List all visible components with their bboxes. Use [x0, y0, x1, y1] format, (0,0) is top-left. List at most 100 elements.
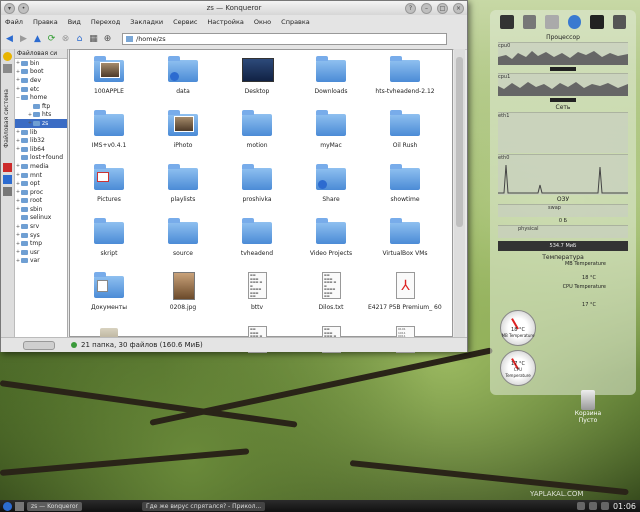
file-item[interactable]: motion: [220, 106, 294, 156]
file-item[interactable]: 100APPLE: [72, 52, 146, 102]
file-item[interactable]: Share: [294, 160, 368, 210]
trash-desktop-icon[interactable]: Корзина Пусто: [568, 390, 608, 424]
file-item[interactable]: myMac: [294, 106, 368, 156]
file-item[interactable]: ⅄ E4217 P5B Premium_ 600dpi.pdf: [368, 268, 442, 318]
stop-icon[interactable]: ⊗: [60, 34, 71, 45]
file-item[interactable]: tvheadend: [220, 214, 294, 264]
forward-icon[interactable]: ▶: [18, 34, 29, 45]
tree-item[interactable]: + zs: [15, 119, 67, 128]
tree-header[interactable]: Файловая си: [15, 49, 67, 59]
file-item[interactable]: 0208.jpg: [146, 268, 220, 318]
minimize-icon[interactable]: –: [421, 3, 432, 14]
network-icon[interactable]: [3, 175, 12, 184]
tree-item[interactable]: + sys: [15, 231, 67, 240]
scrollbar-thumb[interactable]: [456, 57, 463, 227]
location-bar[interactable]: /home/zs: [122, 33, 447, 45]
file-item[interactable]: Desktop: [220, 52, 294, 102]
tree-item[interactable]: + tmp: [15, 239, 67, 248]
up-icon[interactable]: ▲: [32, 34, 43, 45]
task-browser[interactable]: Где же вирус спрятался? - Прикол...: [141, 501, 266, 511]
tree-item[interactable]: + lib32: [15, 136, 67, 145]
chip-icon[interactable]: [612, 15, 626, 29]
file-item[interactable]: ▬▬ ▬▬▬▬▬▬ ▬▬ ▬▬▬▬▬▬▬ ▬▬▬▬ ▬▬ Dilos.txt: [294, 268, 368, 318]
file-item[interactable]: Pictures: [72, 160, 146, 210]
menu-settings[interactable]: Настройка: [207, 18, 243, 26]
file-item[interactable]: Oil Rush: [368, 106, 442, 156]
help-icon[interactable]: ?: [405, 3, 416, 14]
tree-item[interactable]: + hts: [15, 111, 67, 120]
tree-item[interactable]: + var: [15, 257, 67, 266]
task-konqueror[interactable]: zs — Konqueror: [27, 501, 82, 511]
vertical-scrollbar[interactable]: [454, 49, 465, 337]
file-item[interactable]: Downloads: [294, 52, 368, 102]
file-item[interactable]: playlists: [146, 160, 220, 210]
zoom-icon[interactable]: ⊕: [102, 34, 113, 45]
menu-bookmarks[interactable]: Закладки: [130, 18, 163, 26]
show-desktop-icon[interactable]: [15, 501, 24, 511]
view-mode-icon[interactable]: ▦: [88, 34, 99, 45]
menu-edit[interactable]: Правка: [33, 18, 58, 26]
close-icon[interactable]: ×: [453, 3, 464, 14]
tree-item[interactable]: selinux: [15, 214, 67, 223]
menu-tools[interactable]: Сервис: [173, 18, 197, 26]
file-item[interactable]: IMS+v0.4.1: [72, 106, 146, 156]
tree-item[interactable]: + srv: [15, 222, 67, 231]
folder-icon: [94, 218, 124, 246]
menu-go[interactable]: Переход: [91, 18, 120, 26]
window-menu-icon[interactable]: ▾: [4, 2, 15, 14]
gpu-icon[interactable]: [545, 15, 559, 29]
services-icon[interactable]: [3, 187, 12, 196]
horizontal-scrollbar[interactable]: [23, 340, 55, 350]
tree-item[interactable]: + boot: [15, 68, 67, 77]
clock[interactable]: 01:06: [613, 502, 636, 511]
menu-file[interactable]: Файл: [5, 18, 23, 26]
maximize-icon[interactable]: □: [437, 3, 448, 14]
tree-item[interactable]: + opt: [15, 179, 67, 188]
tree-item[interactable]: + bin: [15, 59, 67, 68]
tree-item[interactable]: + root: [15, 197, 67, 206]
back-icon[interactable]: ◀: [4, 34, 15, 45]
tree-item[interactable]: + sbin: [15, 205, 67, 214]
home-icon[interactable]: ⌂: [74, 34, 85, 45]
bookmarks-icon[interactable]: [3, 52, 12, 61]
volume-tray-icon[interactable]: [588, 502, 597, 510]
file-item[interactable]: ▬▬ ▬▬▬▬▬▬ ▬▬ ▬▬▬▬▬▬▬ ▬▬▬▬ ▬▬ bttv: [220, 268, 294, 318]
tree-item[interactable]: + lib: [15, 128, 67, 137]
menu-view[interactable]: Вид: [68, 18, 81, 26]
tree-item[interactable]: ftp: [15, 102, 67, 111]
file-item[interactable]: iPhoto: [146, 106, 220, 156]
tree-item[interactable]: + usr: [15, 248, 67, 257]
camera-icon[interactable]: [522, 15, 536, 29]
tree-item[interactable]: + dev: [15, 76, 67, 85]
title-bar[interactable]: ▾ • zs — Konqueror ? – □ ×: [1, 1, 467, 15]
menu-window[interactable]: Окно: [254, 18, 271, 26]
file-item[interactable]: source: [146, 214, 220, 264]
tree-item[interactable]: + lib64: [15, 145, 67, 154]
sidebar-vertical-label[interactable]: Файловая система: [3, 89, 10, 148]
file-item[interactable]: proshivka: [220, 160, 294, 210]
notifications-tray-icon[interactable]: [600, 502, 609, 510]
file-item[interactable]: Документы: [72, 268, 146, 318]
tree-item[interactable]: + media: [15, 162, 67, 171]
root-folder-icon[interactable]: [3, 163, 12, 172]
file-item[interactable]: VirtualBox VMs: [368, 214, 442, 264]
tree-item[interactable]: lost+found: [15, 154, 67, 163]
menu-help[interactable]: Справка: [281, 18, 310, 26]
file-item[interactable]: data: [146, 52, 220, 102]
file-item[interactable]: Video Projects: [294, 214, 368, 264]
history-icon[interactable]: [3, 64, 12, 73]
reload-icon[interactable]: ⟳: [46, 34, 57, 45]
monitor-icon[interactable]: [590, 15, 604, 29]
tree-item[interactable]: + proc: [15, 188, 67, 197]
disk-icon[interactable]: [500, 15, 514, 29]
file-item[interactable]: showtime: [368, 160, 442, 210]
tree-item[interactable]: − home: [15, 93, 67, 102]
pin-icon[interactable]: •: [18, 2, 29, 14]
file-item[interactable]: skript: [72, 214, 146, 264]
globe-icon[interactable]: [567, 15, 581, 29]
tree-item[interactable]: + etc: [15, 85, 67, 94]
tree-item[interactable]: + mnt: [15, 171, 67, 180]
kde-menu-icon[interactable]: [3, 501, 12, 511]
network-tray-icon[interactable]: [576, 502, 585, 510]
file-item[interactable]: hts-tvheadend-2.12: [368, 52, 442, 102]
